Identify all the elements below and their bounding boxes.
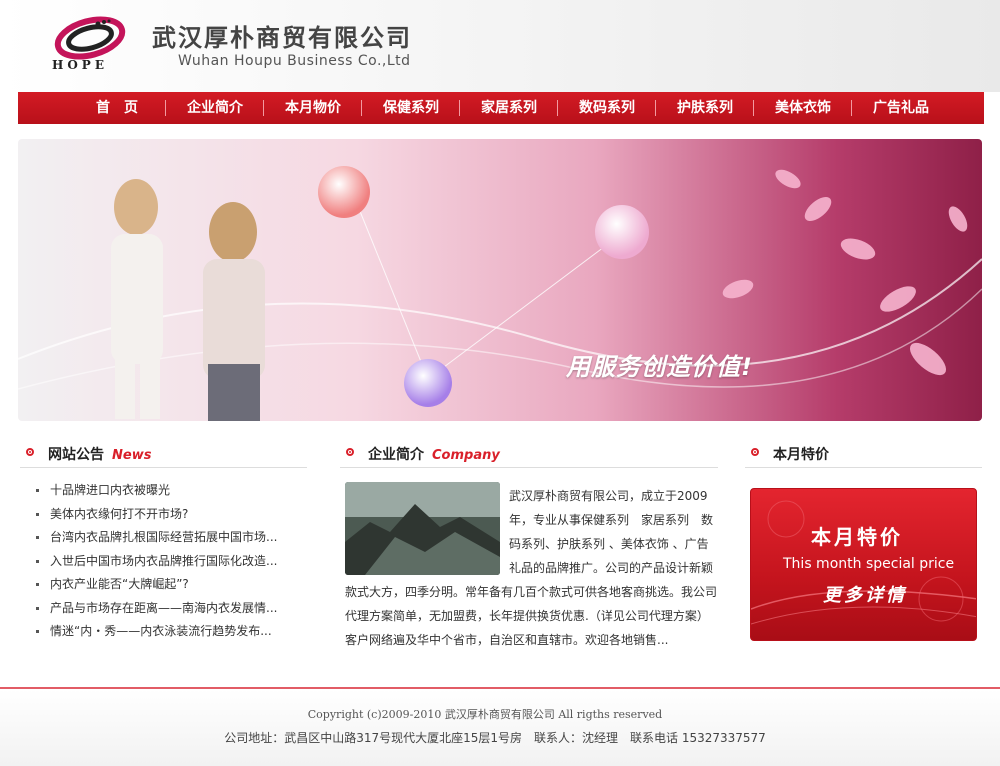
news-item[interactable]: 入世后中国市场内衣品牌推行国际化改造... — [30, 550, 300, 574]
nav-item-apparel[interactable]: 美体衣饰 — [754, 92, 852, 124]
special-offer-banner[interactable]: 本月特价 This month special price 更多详情 — [750, 488, 977, 641]
news-item[interactable]: 情迷“内・秀——内衣泳装流行趋势发布... — [30, 620, 300, 644]
news-item[interactable]: 台湾内衣品牌扎根国际经营拓展中国市场... — [30, 526, 300, 550]
news-item[interactable]: 内衣产业能否“大牌崛起”? — [30, 573, 300, 597]
footer — [0, 689, 1000, 766]
hero-banner: 用服务创造价值! — [18, 139, 982, 421]
bullet-icon — [346, 448, 354, 456]
special-section-header: 本月特价 — [745, 442, 982, 468]
logo-text: HOPE — [52, 58, 108, 72]
bullet-icon — [751, 448, 759, 456]
company-title-en: Company — [432, 448, 500, 463]
main-nav: 首 页 企业简介 本月物价 保健系列 家居系列 数码系列 护肤系列 美体衣饰 广… — [18, 92, 984, 124]
special-banner-subtitle: This month special price — [783, 556, 955, 572]
company-name-cn: 武汉厚朴商贸有限公司 — [152, 24, 412, 52]
banner-models-image — [111, 179, 265, 421]
nav-item-digital[interactable]: 数码系列 — [558, 92, 656, 124]
news-list: 十品牌进口内衣被曝光 美体内衣缘何打不开市场? 台湾内衣品牌扎根国际经营拓展中国… — [30, 479, 300, 644]
nav-item-skincare[interactable]: 护肤系列 — [656, 92, 754, 124]
banner-bubble-purple — [404, 359, 452, 407]
nav-item-home[interactable]: 首 页 — [68, 92, 166, 124]
special-more-link[interactable]: 更多详情 — [823, 581, 907, 607]
special-title: 本月特价 — [773, 447, 829, 463]
banner-flowers-image — [722, 169, 968, 376]
footer-address: 公司地址：武昌区中山路317号现代大厦北座15层1号房 联系人：沈经理 联系电话… — [224, 731, 766, 745]
nav-item-home-series[interactable]: 家居系列 — [460, 92, 558, 124]
nav-item-health[interactable]: 保健系列 — [362, 92, 460, 124]
nav-item-gifts[interactable]: 广告礼品 — [852, 92, 950, 124]
banner-artwork — [18, 166, 982, 421]
nav-item-about[interactable]: 企业简介 — [166, 92, 264, 124]
bullet-icon — [26, 448, 34, 456]
banner-bubble-pink — [595, 205, 649, 259]
news-item[interactable]: 十品牌进口内衣被曝光 — [30, 479, 300, 503]
news-section-header: 网站公告 News — [20, 442, 307, 468]
banner-slogan: 用服务创造价值! — [566, 353, 753, 381]
news-title-en: News — [112, 448, 152, 463]
banner-bubble-orange — [318, 166, 370, 218]
company-title: 企业简介 Company — [368, 447, 500, 463]
news-item[interactable]: 产品与市场存在距离——南海内衣发展情... — [30, 597, 300, 621]
nav-item-prices[interactable]: 本月物价 — [264, 92, 362, 124]
company-description: 武汉厚朴商贸有限公司，成立于2009年，专业从事保健系列 家居系列 数码系列、护… — [345, 489, 718, 647]
news-item[interactable]: 美体内衣缘何打不开市场? — [30, 503, 300, 527]
company-name-en: Wuhan Houpu Business Co.,Ltd — [178, 53, 411, 69]
header: HOPE 武汉厚朴商贸有限公司 Wuhan Houpu Business Co.… — [0, 0, 1000, 92]
news-title: 网站公告 News — [48, 447, 152, 463]
footer-copyright: Copyright (c)2009-2010 武汉厚朴商贸有限公司 All ri… — [307, 708, 663, 721]
special-banner-title: 本月特价 — [811, 525, 903, 549]
company-section-header: 企业简介 Company — [340, 442, 718, 468]
